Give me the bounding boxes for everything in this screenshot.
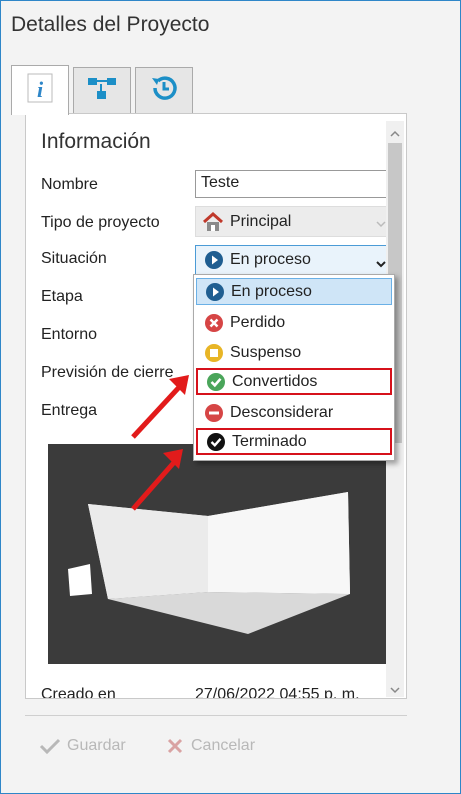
hierarchy-icon: [87, 75, 117, 106]
entorno-label: Entorno: [41, 326, 98, 343]
etapa-label: Etapa: [41, 288, 83, 305]
cancel-label: Cancelar: [191, 737, 256, 754]
option-terminado[interactable]: Terminado: [196, 428, 392, 455]
project-image: [48, 444, 388, 664]
creado-label: Creado en: [41, 686, 116, 699]
option-label: Terminado: [232, 432, 307, 450]
svg-text:i: i: [37, 77, 44, 102]
window-title: Detalles del Proyecto: [11, 13, 210, 36]
window: Detalles del Proyecto i Información Nomb…: [0, 0, 461, 794]
option-label: Suspenso: [230, 343, 302, 361]
option-suspenso[interactable]: Suspenso: [196, 339, 392, 366]
section-title: Información: [41, 130, 151, 153]
situacion-select[interactable]: En proceso: [195, 245, 395, 275]
stop-icon: [204, 343, 224, 363]
situacion-value: En proceso: [230, 251, 311, 268]
option-label: Perdido: [230, 313, 286, 331]
check-icon: [39, 737, 61, 755]
play-icon: [205, 282, 225, 302]
home-icon: [202, 211, 224, 232]
tipo-label: Tipo de proyecto: [41, 214, 160, 231]
tab-hierarchy[interactable]: [73, 67, 131, 114]
minus-circle-icon: [204, 403, 224, 423]
history-icon: [149, 73, 179, 108]
situacion-label: Situación: [41, 250, 107, 267]
info-icon: i: [27, 73, 53, 108]
option-label: Desconsiderar: [230, 403, 334, 421]
tipo-value: Principal: [230, 212, 292, 230]
check-circle-icon: [206, 372, 226, 392]
save-button[interactable]: Guardar: [39, 737, 126, 755]
chevron-down-icon: [376, 215, 386, 233]
nombre-label: Nombre: [41, 176, 98, 193]
play-icon: [204, 250, 224, 270]
nombre-input[interactable]: Teste: [195, 170, 395, 198]
option-convertidos[interactable]: Convertidos: [196, 368, 392, 395]
cancel-button[interactable]: Cancelar: [167, 737, 255, 755]
option-desconsiderar[interactable]: Desconsiderar: [196, 399, 392, 426]
option-label: En proceso: [231, 282, 312, 300]
tab-history[interactable]: [135, 67, 193, 114]
entrega-label: Entrega: [41, 402, 98, 419]
scroll-down-icon[interactable]: [390, 681, 400, 699]
option-label: Convertidos: [232, 372, 318, 390]
situacion-dropdown: En proceso Perdido Suspenso Convertidos …: [193, 274, 395, 461]
scroll-up-icon[interactable]: [390, 125, 400, 143]
annotation-arrows: [131, 375, 189, 511]
option-perdido[interactable]: Perdido: [196, 309, 392, 336]
creado-value: 27/06/2022 04:55 p. m.: [195, 686, 360, 699]
footer-divider: [25, 715, 407, 716]
check-black-icon: [206, 432, 226, 452]
option-en-proceso[interactable]: En proceso: [196, 278, 392, 305]
save-label: Guardar: [67, 737, 126, 754]
close-circle-icon: [204, 313, 224, 333]
chevron-down-icon: [376, 255, 386, 273]
tipo-select[interactable]: Principal: [195, 206, 395, 237]
close-icon: [167, 738, 183, 754]
tab-info[interactable]: i: [11, 65, 69, 115]
